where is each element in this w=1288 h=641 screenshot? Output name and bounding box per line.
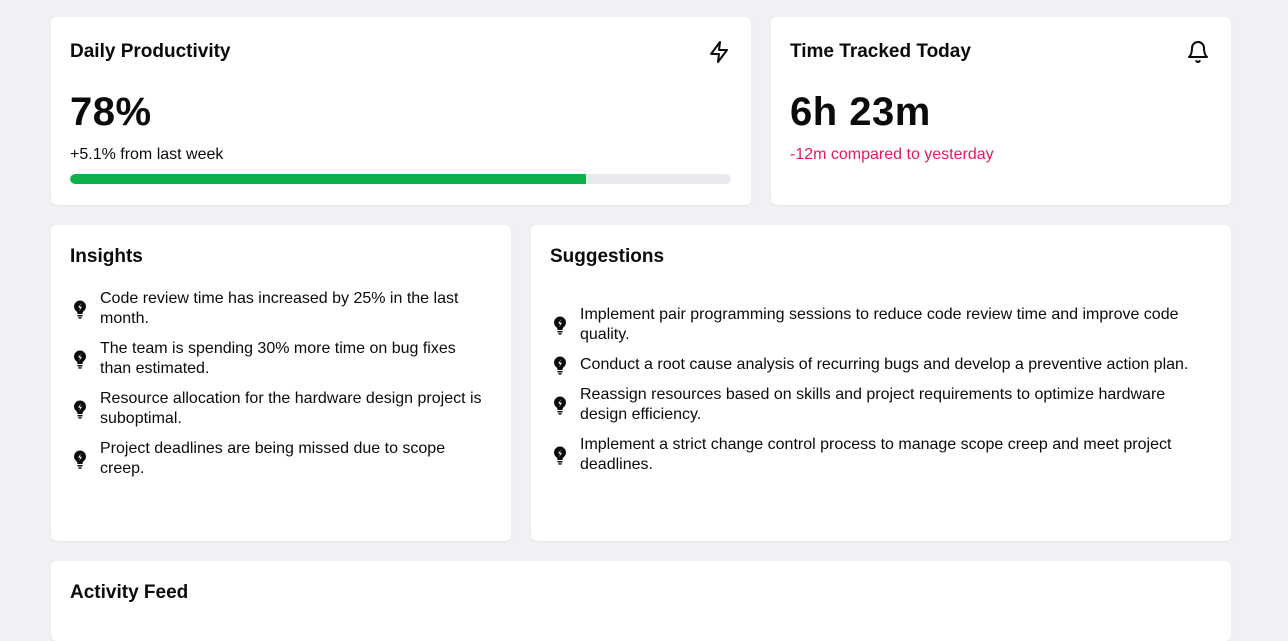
insights-list: Code review time has increased by 25% in… [70,289,482,489]
lightbulb-icon [552,355,568,375]
lightbulb-icon [72,449,88,469]
suggestion-text: Implement pair programming sessions to r… [580,306,1179,343]
productivity-card: Daily Productivity 78% +5.1% from last w… [51,17,751,205]
lightning-icon [707,40,731,64]
suggestions-list: Implement pair programming sessions to r… [550,305,1210,485]
time-tracked-value: 6h 23m [790,90,931,134]
suggestion-item: Implement pair programming sessions to r… [550,305,1210,345]
insight-text: The team is spending 30% more time on bu… [100,340,456,377]
insight-text: Project deadlines are being missed due t… [100,440,446,477]
insight-item: Code review time has increased by 25% in… [70,289,482,329]
productivity-progress-bar [70,174,731,184]
productivity-title: Daily Productivity [70,41,231,62]
suggestion-item: Conduct a root cause analysis of recurri… [550,355,1210,375]
productivity-delta: +5.1% from last week [70,146,224,163]
time-tracked-delta: -12m compared to yesterday [790,146,994,163]
lightbulb-icon [552,395,568,415]
suggestion-text: Implement a strict change control proces… [580,436,1172,473]
time-tracked-title: Time Tracked Today [790,41,971,62]
lightbulb-icon [72,399,88,419]
lightbulb-icon [72,299,88,319]
suggestion-text: Reassign resources based on skills and p… [580,386,1166,423]
suggestions-title: Suggestions [550,246,665,267]
time-tracked-card: Time Tracked Today 6h 23m -12m compared … [771,17,1231,205]
productivity-value: 78% [70,90,152,134]
lightbulb-icon [552,315,568,335]
suggestion-item: Implement a strict change control proces… [550,435,1210,475]
activity-feed-card: Activity Feed [51,561,1231,641]
lightbulb-icon [552,445,568,465]
activity-feed-title: Activity Feed [70,582,189,603]
insight-text: Resource allocation for the hardware des… [100,390,482,427]
lightbulb-icon [72,349,88,369]
insight-text: Code review time has increased by 25% in… [100,290,459,327]
bell-icon [1186,40,1210,64]
insight-item: Resource allocation for the hardware des… [70,389,482,429]
insights-title: Insights [70,246,143,267]
suggestion-item: Reassign resources based on skills and p… [550,385,1210,425]
insights-card: Insights Code review time has increased … [51,225,511,541]
suggestion-text: Conduct a root cause analysis of recurri… [580,356,1189,373]
insight-item: Project deadlines are being missed due t… [70,439,482,479]
productivity-progress-fill [70,174,586,184]
insight-item: The team is spending 30% more time on bu… [70,339,482,379]
suggestions-card: Suggestions Implement pair programming s… [531,225,1231,541]
